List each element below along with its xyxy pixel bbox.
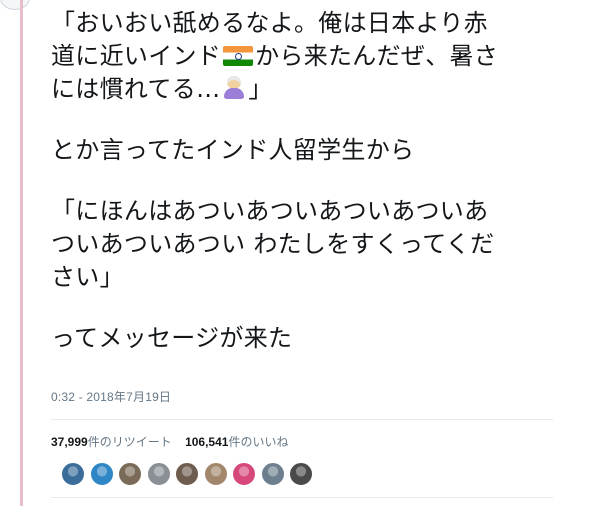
thread-line — [20, 0, 23, 506]
liker-avatar[interactable] — [89, 462, 114, 486]
tweet-stats: 37,999件のリツイート 106,541件のいいね — [51, 433, 298, 450]
liker-avatar[interactable] — [118, 462, 142, 486]
liker-avatar[interactable] — [232, 462, 256, 486]
avatar[interactable] — [0, 0, 30, 10]
liker-avatar[interactable] — [175, 462, 199, 486]
divider — [51, 497, 553, 498]
tweet-line: 「おいおい舐めるなよ。俺は日本より赤 — [51, 9, 488, 37]
liker-avatar[interactable] — [146, 462, 171, 486]
liker-avatar[interactable] — [289, 462, 313, 486]
like-stat[interactable]: 106,541件のいいね — [185, 435, 288, 449]
tweet-line: さい」 — [51, 263, 124, 291]
liker-avatar[interactable] — [61, 462, 85, 486]
tweet-text-span: 道に近いインド — [51, 42, 222, 70]
tweet-text-span: から来たんだぜ、暑さ — [255, 42, 499, 70]
tweet-paragraph-4: ってメッセージが来た — [51, 324, 293, 352]
retweet-label: 件のリツイート — [87, 435, 172, 449]
tweet-text: 「おいおい舐めるなよ。俺は日本より赤 道に近いインド から来たんだぜ、暑さ には慣… — [51, 0, 556, 355]
tweet: 「おいおい舐めるなよ。俺は日本より赤 道に近いインド から来たんだぜ、暑さ には慣… — [51, 0, 556, 498]
like-label: 件のいいね — [228, 435, 289, 449]
tweet-paragraph-3: 「にほんはあついあついあついあついあ ついあついあつい わたしをすくってくだ さ… — [51, 195, 556, 294]
tweet-line: 道に近いインド から来たんだぜ、暑さ — [51, 40, 556, 73]
retweet-stat[interactable]: 37,999件のリツイート — [51, 435, 172, 449]
tweet-line: には慣れてる… 」 — [51, 73, 556, 106]
retweet-count: 37,999 — [51, 435, 88, 449]
tweet-line: ついあついあつい わたしをすくってくだ — [51, 230, 495, 258]
person-with-turban-icon — [222, 76, 246, 100]
liker-avatar[interactable] — [203, 462, 228, 486]
like-count: 106,541 — [185, 435, 229, 449]
liker-avatar[interactable] — [260, 462, 285, 486]
tweet-text-span: 」 — [248, 75, 273, 103]
tweet-line: 「にほんはあついあついあついあついあ — [51, 197, 489, 225]
tweet-text-span: には慣れてる… — [51, 75, 221, 103]
tweet-paragraph-2: とか言ってたインド人留学生から — [51, 136, 415, 164]
india-flag-icon — [223, 46, 254, 66]
divider — [51, 419, 553, 420]
tweet-timestamp[interactable]: 0:32 - 2018年7月19日 — [51, 388, 171, 405]
tweet-paragraph-1: 「おいおい舐めるなよ。俺は日本より赤 道に近いインド から来たんだぜ、暑さ には慣… — [51, 0, 556, 106]
